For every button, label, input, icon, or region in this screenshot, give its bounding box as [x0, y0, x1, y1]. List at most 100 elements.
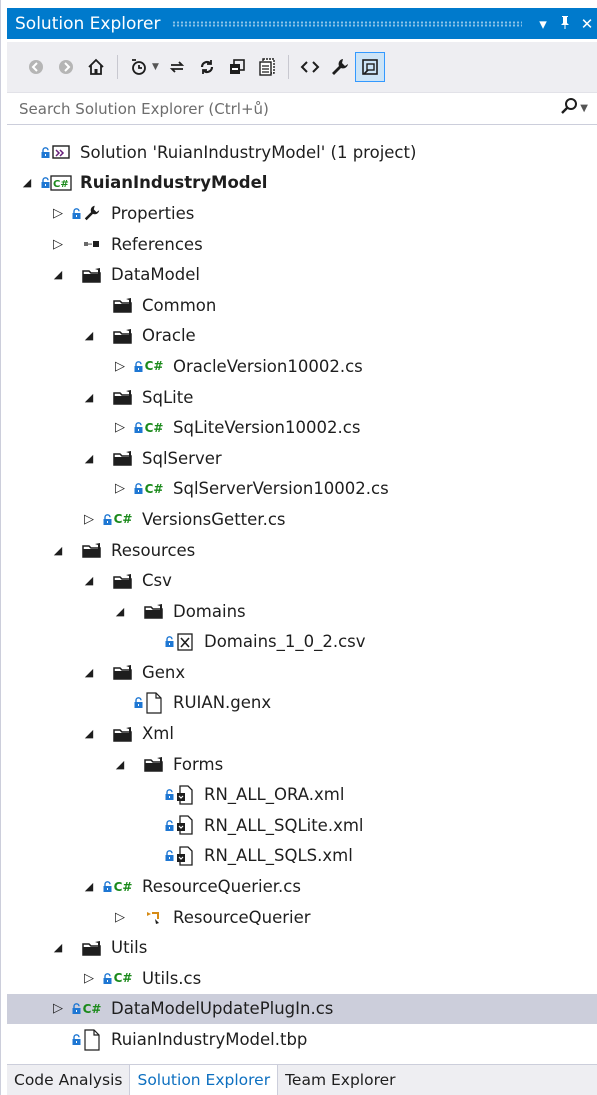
collapse-arrow-icon[interactable]: ◢	[51, 268, 65, 281]
tree-item[interactable]: RUIAN.genx	[7, 688, 597, 719]
tree-item-label: Utils.cs	[142, 968, 202, 988]
expand-arrow-icon[interactable]: ▷	[113, 910, 127, 925]
sync-active-document-icon[interactable]	[162, 52, 192, 82]
tree-item[interactable]: ◢ Genx	[7, 657, 597, 688]
tree-item[interactable]: ◢ C# RuianIndustryModel	[7, 168, 597, 199]
pin-icon[interactable]	[554, 15, 576, 33]
properties-icon[interactable]	[325, 52, 355, 82]
back-icon[interactable]	[21, 52, 51, 82]
tree-item[interactable]: ◢ C# ResourceQuerier.cs	[7, 871, 597, 902]
tree-item[interactable]: ▷ References	[7, 229, 597, 260]
tree-item[interactable]: ▷ ResourceQuerier	[7, 902, 597, 933]
drag-grip[interactable]	[172, 20, 522, 27]
source-control-lock-icon	[71, 269, 81, 280]
expand-arrow-icon[interactable]: ▷	[51, 1001, 65, 1016]
folder-icon	[112, 326, 134, 346]
close-icon[interactable]: ✕	[576, 15, 597, 33]
source-control-lock-icon	[102, 728, 112, 739]
tree-item[interactable]: ◢ DataModel	[7, 259, 597, 290]
source-control-lock-icon	[71, 1034, 81, 1046]
collapse-all-icon[interactable]	[222, 52, 252, 82]
collapse-arrow-icon[interactable]: ◢	[20, 176, 34, 189]
tree-item-label: OracleVersion10002.cs	[173, 356, 363, 376]
collapse-arrow-icon[interactable]: ◢	[82, 727, 96, 740]
search-input[interactable]	[7, 98, 561, 119]
cs-icon: C#	[82, 1001, 102, 1016]
collapse-arrow-icon[interactable]: ◢	[113, 758, 127, 771]
collapse-arrow-icon[interactable]: ◢	[82, 452, 96, 465]
tab-team-explorer[interactable]: Team Explorer	[278, 1065, 402, 1095]
collapse-arrow-icon[interactable]: ◢	[82, 574, 96, 587]
chevron-down-icon[interactable]: ▼	[152, 62, 159, 72]
tree-item[interactable]: ◢ Csv	[7, 565, 597, 596]
tree-item[interactable]: RuianIndustryModel.tbp	[7, 1024, 597, 1055]
tree-item[interactable]: Solution 'RuianIndustryModel' (1 project…	[7, 137, 597, 168]
tree-item[interactable]: Common	[7, 290, 597, 321]
search-icon[interactable]	[560, 97, 578, 120]
expand-arrow-icon[interactable]: ▷	[113, 359, 127, 374]
expand-arrow-icon[interactable]: ▷	[113, 420, 127, 435]
refresh-icon[interactable]	[192, 52, 222, 82]
tree-item[interactable]: ◢ Domains	[7, 596, 597, 627]
title-bar[interactable]: Solution Explorer ▾ ✕	[7, 8, 597, 39]
cs-icon: C#	[144, 420, 164, 435]
tree-item-label: Domains	[173, 601, 246, 621]
collapse-arrow-icon[interactable]: ◢	[113, 605, 127, 618]
tree-item[interactable]: ◢ SqlServer	[7, 443, 597, 474]
tree-item[interactable]: ◢ Oracle	[7, 321, 597, 352]
tree-item-label: SqlServerVersion10002.cs	[173, 479, 389, 499]
expand-arrow-icon[interactable]: ▷	[51, 237, 65, 252]
source-control-lock-icon	[71, 208, 81, 219]
tree-item[interactable]: Domains_1_0_2.csv	[7, 627, 597, 658]
collapse-arrow-icon[interactable]: ◢	[82, 329, 96, 342]
collapse-arrow-icon[interactable]: ◢	[51, 941, 65, 954]
cs-icon: C#	[144, 359, 164, 374]
expand-arrow-icon[interactable]: ▷	[82, 512, 96, 527]
collapse-arrow-icon[interactable]: ◢	[82, 391, 96, 404]
tree-item-label: Xml	[142, 724, 174, 744]
tree-item-label: RuianIndustryModel	[80, 173, 268, 193]
tree-item[interactable]: ▷ C# DataModelUpdatePlugIn.cs	[7, 993, 597, 1025]
tree-item[interactable]: ▷ C# VersionsGetter.cs	[7, 504, 597, 535]
tree-item-label: SqLite	[142, 387, 194, 407]
show-all-files-icon[interactable]	[252, 52, 282, 82]
tree-item[interactable]: RN_ALL_ORA.xml	[7, 779, 597, 810]
folder-icon	[112, 571, 134, 591]
collapse-arrow-icon[interactable]: ◢	[82, 880, 96, 893]
tree-item[interactable]: ▷ C# OracleVersion10002.cs	[7, 351, 597, 382]
tree-item[interactable]: ▷ C# SqlServerVersion10002.cs	[7, 474, 597, 505]
tab-code-analysis[interactable]: Code Analysis	[7, 1065, 131, 1095]
collapse-arrow-icon[interactable]: ◢	[82, 666, 96, 679]
forward-icon[interactable]	[51, 52, 81, 82]
view-code-icon[interactable]	[295, 52, 325, 82]
tree-item[interactable]: ◢ Xml	[7, 718, 597, 749]
tree-item[interactable]: ◢ Resources	[7, 535, 597, 566]
tree-item[interactable]: RN_ALL_SQLS.xml	[7, 841, 597, 872]
tree-item-label: Csv	[142, 571, 172, 591]
bottom-tab-strip: Code Analysis Solution Explorer Team Explo…	[7, 1064, 597, 1095]
expand-arrow-icon[interactable]: ▷	[82, 971, 96, 986]
tree-item[interactable]: ▷ C# SqLiteVersion10002.cs	[7, 412, 597, 443]
tree-item[interactable]: ◢ Utils	[7, 932, 597, 963]
tree-item[interactable]: ▷ C# Utils.cs	[7, 963, 597, 994]
home-icon[interactable]	[81, 52, 111, 82]
preview-selected-items-icon[interactable]	[354, 52, 385, 82]
window-position-dropdown-icon[interactable]: ▾	[532, 15, 554, 33]
expand-arrow-icon[interactable]: ▷	[113, 481, 127, 496]
source-control-lock-icon	[164, 636, 174, 648]
source-control-lock-icon	[164, 850, 174, 862]
pending-changes-filter-icon[interactable]	[124, 52, 154, 82]
search-options-chevron-down-icon[interactable]: ▼	[580, 103, 588, 114]
tab-solution-explorer[interactable]: Solution Explorer	[130, 1065, 279, 1095]
source-control-lock-icon	[133, 759, 143, 770]
wrench-icon	[81, 203, 103, 223]
cs-icon: C#	[144, 481, 164, 496]
source-control-lock-icon	[40, 177, 50, 189]
tree-item[interactable]: ◢ SqLite	[7, 382, 597, 413]
tree-item[interactable]: ▷ Properties	[7, 198, 597, 229]
tree-item[interactable]: ◢ Forms	[7, 749, 597, 780]
tree-item[interactable]: RN_ALL_SQLite.xml	[7, 810, 597, 841]
expand-arrow-icon[interactable]: ▷	[51, 206, 65, 221]
source-control-lock-icon	[102, 972, 112, 984]
collapse-arrow-icon[interactable]: ◢	[51, 544, 65, 557]
